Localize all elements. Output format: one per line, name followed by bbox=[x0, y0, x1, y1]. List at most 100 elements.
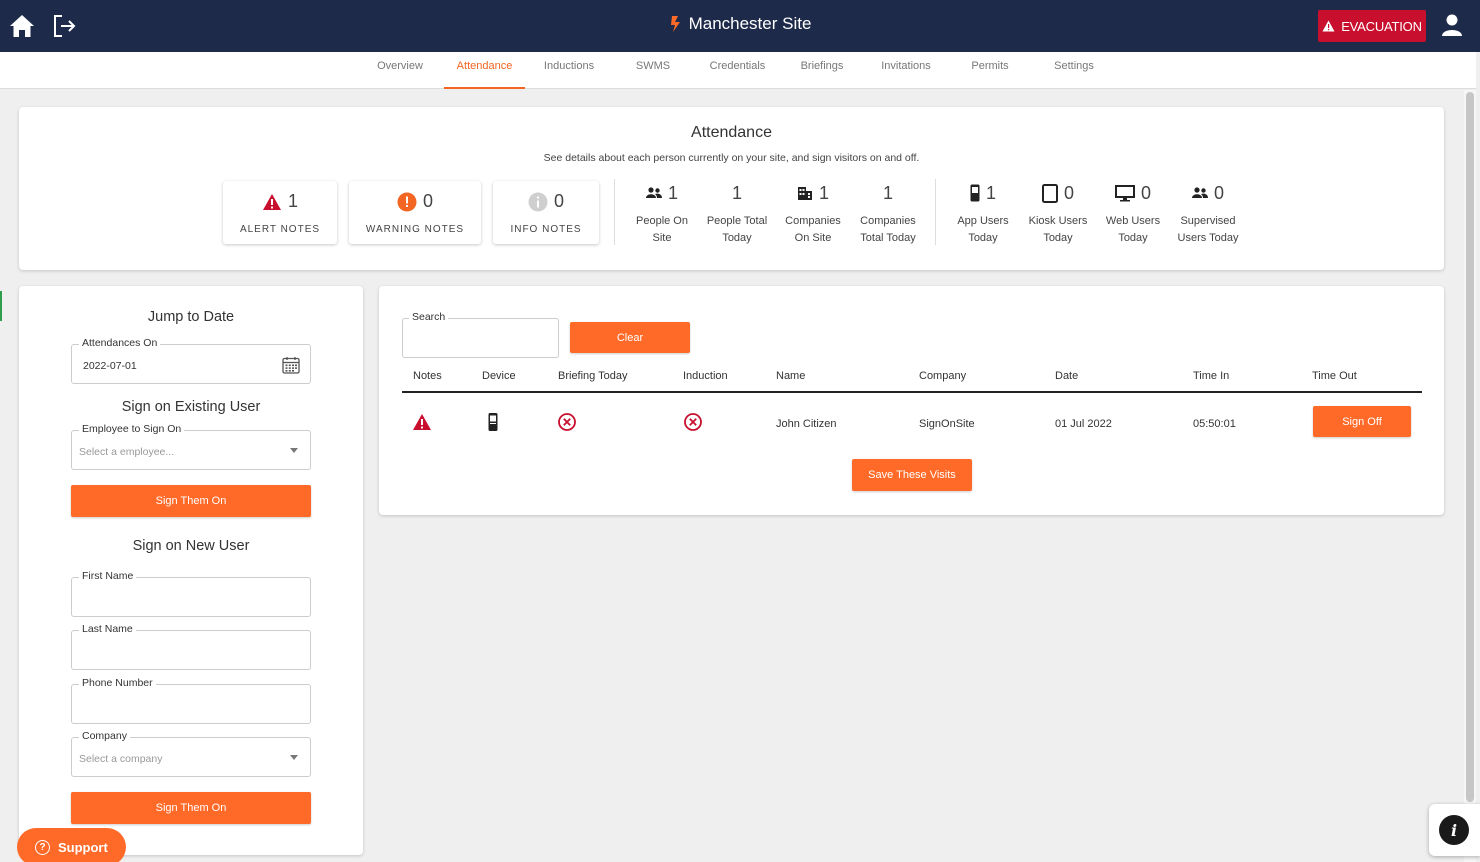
page-subtitle: See details about each person currently … bbox=[543, 152, 920, 164]
stat-label-line2: Today bbox=[1118, 232, 1148, 244]
alert-notes-label: ALERT NOTES bbox=[239, 224, 321, 235]
sign-new-user-button[interactable]: Sign Them On bbox=[71, 792, 311, 824]
tab-inductions[interactable]: Inductions bbox=[535, 52, 603, 89]
field-label: Employee to Sign On bbox=[79, 423, 185, 435]
site-title: Manchester Site bbox=[669, 14, 812, 34]
column-header-time-in[interactable]: Time In bbox=[1193, 370, 1229, 382]
chevron-down-icon[interactable] bbox=[290, 755, 298, 760]
stat-people-total-today: 1 People Total Today bbox=[697, 181, 777, 247]
warning-notes-count: 0 bbox=[422, 191, 433, 211]
tab-bar: Overview Attendance Inductions SWMS Cred… bbox=[0, 52, 1476, 89]
company-placeholder: Select a company bbox=[79, 753, 163, 765]
site-title-text: Manchester Site bbox=[688, 14, 812, 33]
stat-label-line1: People On bbox=[636, 215, 688, 227]
info-button[interactable]: i bbox=[1429, 804, 1480, 856]
stat-label-line1: People Total bbox=[706, 215, 768, 227]
tab-attendance[interactable]: Attendance bbox=[444, 52, 525, 89]
user-icon[interactable] bbox=[1440, 13, 1464, 37]
stat-label-line2: On Site bbox=[794, 232, 832, 244]
tab-invitations[interactable]: Invitations bbox=[872, 52, 940, 89]
info-circle-icon bbox=[528, 192, 548, 211]
attendances-on-date-field[interactable]: Attendances On 2022-07-01 bbox=[71, 337, 311, 384]
tab-swms[interactable]: SWMS bbox=[625, 52, 681, 89]
warning-triangle-icon bbox=[1322, 20, 1335, 32]
warning-notes-box[interactable]: 0 WARNING NOTES bbox=[349, 181, 481, 244]
warning-circle-icon bbox=[397, 192, 417, 211]
tab-briefings[interactable]: Briefings bbox=[791, 52, 853, 89]
monitor-icon bbox=[1114, 184, 1135, 201]
company-select[interactable]: Company Select a company bbox=[71, 730, 311, 777]
chevron-down-icon[interactable] bbox=[290, 448, 298, 453]
stat-value: 0 bbox=[1213, 182, 1224, 203]
save-visits-button[interactable]: Save These Visits bbox=[852, 459, 972, 491]
people-icon bbox=[1191, 187, 1208, 198]
first-name-field[interactable]: First Name bbox=[71, 570, 311, 617]
stat-kiosk-users-today: 0 Kiosk Users Today bbox=[1018, 181, 1098, 247]
column-header-time-out[interactable]: Time Out bbox=[1312, 370, 1357, 382]
scrollbar-thumb[interactable] bbox=[1466, 92, 1474, 802]
tablet-icon bbox=[1041, 183, 1058, 203]
stat-value: 1 bbox=[985, 182, 996, 203]
stat-label-line1: Web Users bbox=[1105, 215, 1161, 227]
jump-to-date-title: Jump to Date bbox=[147, 309, 235, 325]
attendance-summary-card: Attendance See details about each person… bbox=[19, 107, 1444, 270]
info-icon: i bbox=[1439, 815, 1469, 845]
calendar-icon[interactable] bbox=[282, 356, 300, 374]
stat-label-line2: Total Today bbox=[860, 232, 916, 244]
stat-value: 0 bbox=[1140, 182, 1151, 203]
stat-label-line1: Companies bbox=[785, 215, 841, 227]
mobile-phone-icon bbox=[488, 413, 498, 431]
warning-notes-label: WARNING NOTES bbox=[365, 224, 465, 235]
employee-select[interactable]: Employee to Sign On Select a employee... bbox=[71, 423, 311, 470]
stat-label-line2: Today bbox=[722, 232, 752, 244]
table-header-divider bbox=[402, 391, 1422, 393]
sign-off-button[interactable]: Sign Off bbox=[1313, 406, 1411, 437]
stat-label-line2: Today bbox=[1043, 232, 1073, 244]
column-header-date[interactable]: Date bbox=[1055, 370, 1078, 382]
support-label: Support bbox=[58, 839, 108, 855]
alert-triangle-icon[interactable] bbox=[412, 412, 432, 432]
column-header-induction[interactable]: Induction bbox=[683, 370, 728, 382]
sign-on-existing-title: Sign on Existing User bbox=[121, 399, 261, 415]
divider bbox=[614, 179, 615, 245]
stat-value: 1 bbox=[731, 182, 742, 203]
stat-label-line2: Site bbox=[652, 232, 672, 244]
clear-button[interactable]: Clear bbox=[570, 322, 690, 353]
info-notes-box[interactable]: 0 INFO NOTES bbox=[493, 181, 599, 244]
alert-notes-box[interactable]: 1 ALERT NOTES bbox=[223, 181, 337, 244]
tab-credentials[interactable]: Credentials bbox=[701, 52, 774, 89]
support-button[interactable]: ? Support bbox=[17, 828, 126, 862]
field-label: Attendances On bbox=[79, 337, 161, 349]
mobile-phone-icon bbox=[970, 184, 980, 202]
alert-notes-count: 1 bbox=[287, 191, 298, 211]
column-header-notes[interactable]: Notes bbox=[413, 370, 442, 382]
sign-existing-user-button[interactable]: Sign Them On bbox=[71, 485, 311, 517]
stat-value: 1 bbox=[818, 182, 829, 203]
row-date: 01 Jul 2022 bbox=[1055, 418, 1112, 430]
stat-companies-on-site: 1 Companies On Site bbox=[773, 181, 853, 247]
tab-settings[interactable]: Settings bbox=[1044, 52, 1104, 89]
phone-number-field[interactable]: Phone Number bbox=[71, 677, 311, 724]
stat-label-line1: Supervised bbox=[1180, 215, 1236, 227]
search-input[interactable]: Search bbox=[402, 311, 559, 358]
column-header-briefing[interactable]: Briefing Today bbox=[558, 370, 628, 382]
stat-value: 1 bbox=[667, 182, 678, 203]
last-name-field[interactable]: Last Name bbox=[71, 623, 311, 670]
column-header-company[interactable]: Company bbox=[919, 370, 966, 382]
evacuation-label: EVACUATION bbox=[1341, 18, 1422, 34]
row-name: John Citizen bbox=[776, 418, 837, 430]
column-header-device[interactable]: Device bbox=[482, 370, 516, 382]
evacuation-button[interactable]: EVACUATION bbox=[1318, 10, 1426, 42]
field-label: First Name bbox=[79, 570, 137, 582]
tab-permits[interactable]: Permits bbox=[963, 52, 1017, 89]
employee-placeholder: Select a employee... bbox=[79, 446, 175, 458]
tab-overview[interactable]: Overview bbox=[367, 52, 433, 89]
stat-label-line2: Today bbox=[968, 232, 998, 244]
stat-value: 1 bbox=[882, 182, 893, 203]
column-header-name[interactable]: Name bbox=[776, 370, 805, 382]
sign-on-panel: Jump to Date Attendances On 2022-07-01 S… bbox=[19, 286, 363, 855]
briefing-missing-icon bbox=[558, 413, 576, 431]
logo-icon bbox=[670, 16, 680, 32]
info-notes-label: INFO NOTES bbox=[510, 224, 582, 235]
edge-indicator bbox=[0, 291, 2, 321]
